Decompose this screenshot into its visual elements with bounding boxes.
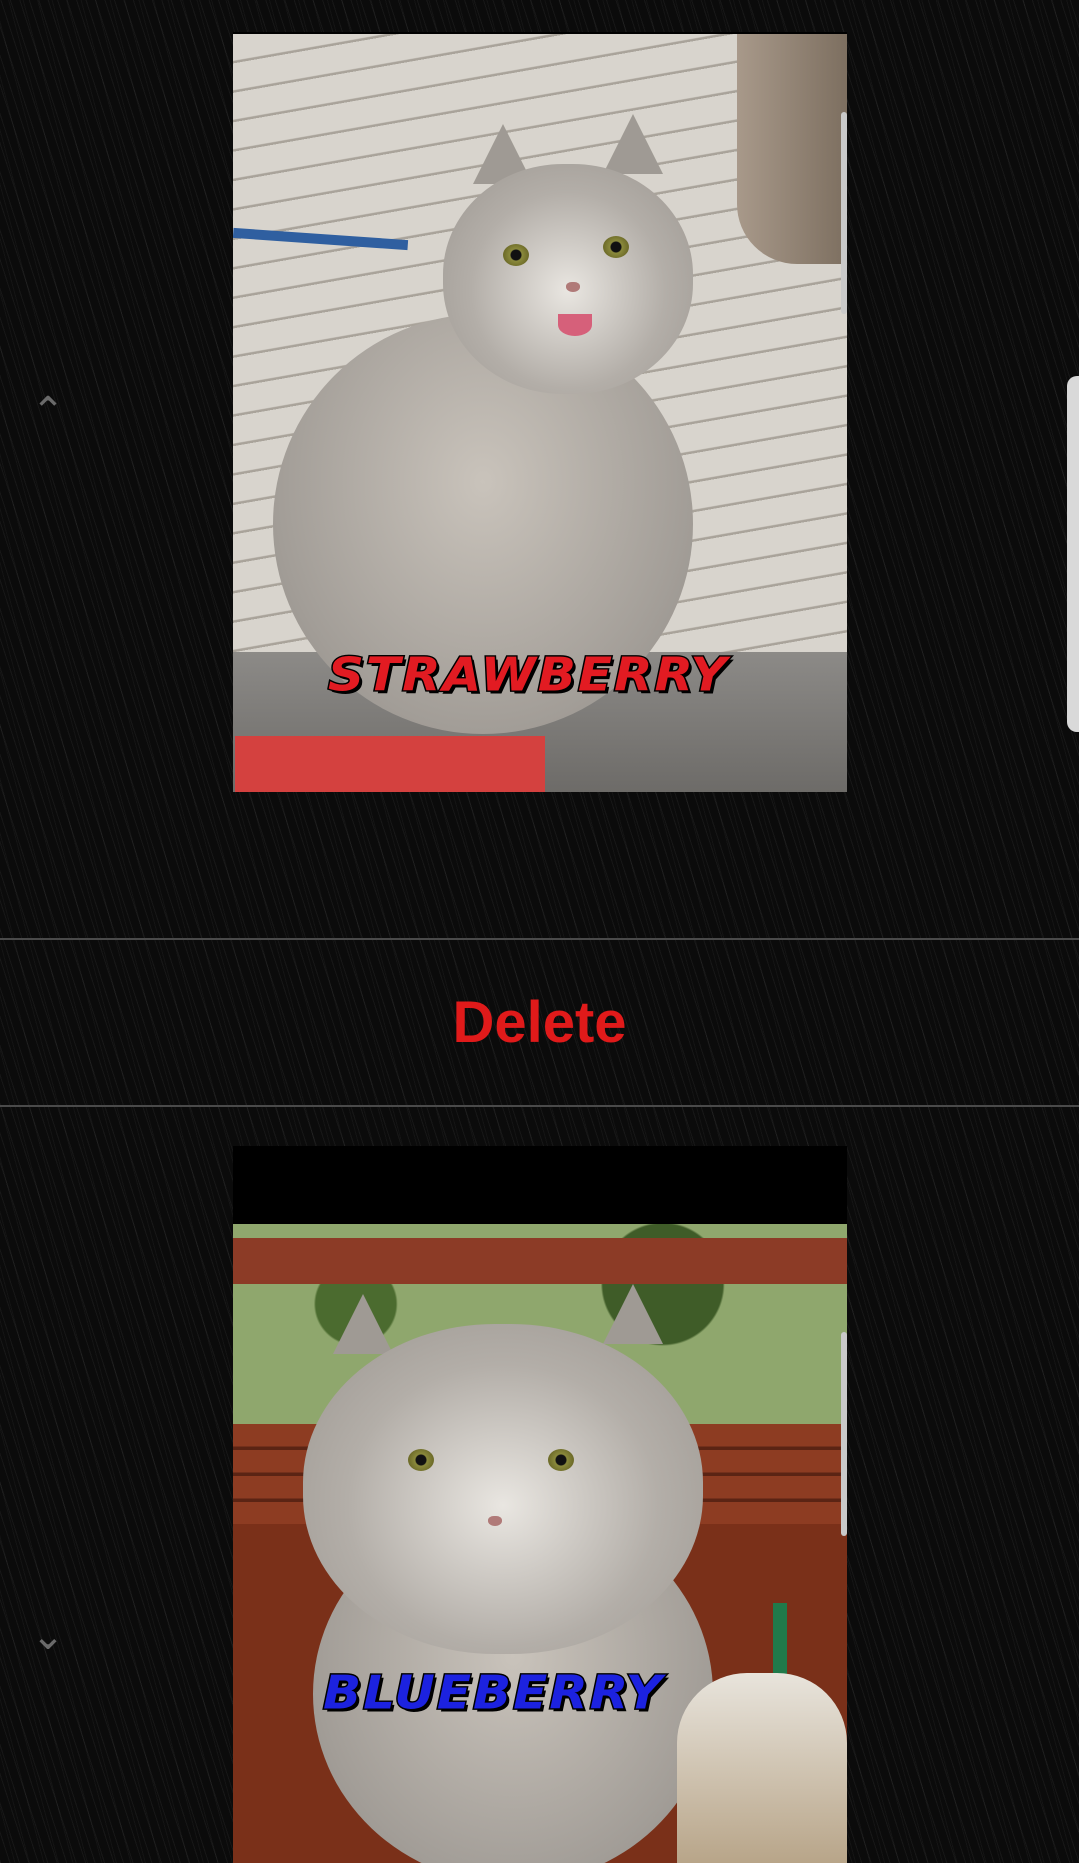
tree-trunk: [737, 34, 847, 264]
delete-button[interactable]: Delete: [0, 940, 1079, 1104]
railing: [233, 1238, 847, 1284]
chevron-down-icon[interactable]: ⌄: [30, 1616, 66, 1656]
cat-blueberry: [303, 1284, 723, 1863]
drink-cup: [677, 1673, 847, 1863]
edge-panel-handle[interactable]: [1067, 376, 1079, 732]
card-edge-tab-top: [841, 112, 847, 314]
cat-photo-blueberry: BLUEBERRY: [233, 1224, 847, 1863]
cat-photo-strawberry: STRAWBERRY: [233, 34, 847, 792]
divider-bottom: [0, 1105, 1079, 1107]
chevron-up-icon[interactable]: ⌃: [30, 392, 66, 432]
cat-name-label: BLUEBERRY: [322, 1665, 664, 1721]
cat-name-label: STRAWBERRY: [327, 647, 729, 703]
red-object: [235, 736, 545, 792]
card-edge-tab-bottom: [841, 1332, 847, 1536]
image-card-strawberry[interactable]: STRAWBERRY: [233, 32, 847, 792]
image-card-blueberry[interactable]: BLUEBERRY: [233, 1146, 847, 1863]
